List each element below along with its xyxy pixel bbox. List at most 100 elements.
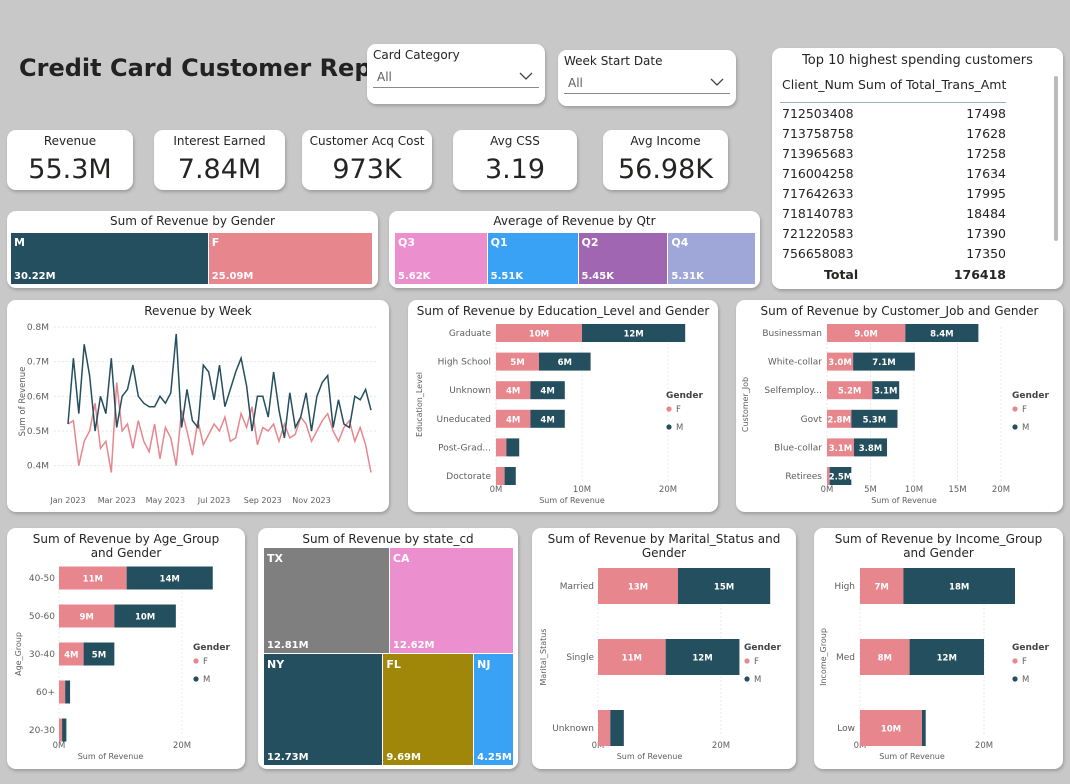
legend-marker bbox=[744, 676, 750, 682]
legend-label[interactable]: M bbox=[1022, 675, 1029, 685]
tile-label: FL bbox=[386, 658, 401, 672]
data-label: 2.8M bbox=[827, 415, 851, 425]
bar-m[interactable] bbox=[922, 710, 926, 746]
strip-segment[interactable]: Q1 5.51K bbox=[487, 233, 578, 284]
kpi-label: Interest Earned bbox=[173, 134, 266, 148]
data-label: 3.0M bbox=[828, 358, 852, 368]
customer-job-bars: 0M 5M 10M 15M 20M Sum of Revenue Customer_Job B… bbox=[741, 324, 1049, 505]
kpi-value: 55.3M bbox=[28, 154, 112, 185]
category-label: Businessman bbox=[762, 329, 822, 339]
data-label: 6M bbox=[558, 358, 572, 368]
slicer-label: Week Start Date bbox=[564, 54, 663, 68]
table-row[interactable]: 721220583 17390 bbox=[780, 224, 1006, 244]
data-label: 4M bbox=[540, 415, 554, 425]
bar-m[interactable] bbox=[62, 718, 67, 742]
total-label: Total bbox=[824, 267, 859, 282]
bar-m[interactable] bbox=[610, 710, 624, 746]
x-tick-label: Mar 2023 bbox=[98, 496, 136, 505]
legend-marker bbox=[1012, 676, 1018, 682]
legend-label[interactable]: M bbox=[203, 675, 210, 685]
strip-segment[interactable]: Q4 5.31K bbox=[668, 233, 755, 284]
data-label: 9.0M bbox=[854, 330, 878, 340]
top10-table: Top 10 highest spending customers Client… bbox=[772, 48, 1063, 314]
segment-label: F bbox=[211, 236, 220, 249]
bar-f[interactable] bbox=[598, 710, 611, 746]
income-group-chart: Sum of Revenue by Income_Group and Gende… bbox=[814, 528, 1063, 769]
legend-title: Gender bbox=[1012, 643, 1049, 653]
card-category-dropdown[interactable]: All bbox=[373, 66, 539, 88]
bar-f[interactable] bbox=[59, 718, 63, 742]
bar-m[interactable] bbox=[65, 680, 71, 704]
amount-cell: 17390 bbox=[966, 226, 1006, 241]
chevron-down-icon bbox=[519, 72, 533, 80]
data-label: 3.8M bbox=[859, 444, 883, 454]
strip-segment[interactable]: Q3 5.62K bbox=[395, 233, 487, 284]
treemap-tile-nj[interactable]: NJ 4.25M bbox=[474, 654, 513, 765]
kpi-value: 56.98K bbox=[617, 154, 713, 185]
series-line[interactable] bbox=[67, 333, 372, 439]
table-row[interactable]: 712503408 17498 bbox=[780, 104, 1006, 124]
segment-value: 30.22M bbox=[14, 271, 56, 282]
x-axis-label: Sum of Revenue bbox=[617, 752, 683, 761]
category-label: Uneducated bbox=[437, 415, 492, 425]
x-tick-label: 20M bbox=[173, 741, 191, 751]
card-category-slicer[interactable]: Card Category All bbox=[367, 44, 545, 104]
education-bars: 0M 10M 20M Sum of Revenue Education_Level Gra… bbox=[415, 324, 703, 505]
treemap-tile-ca[interactable]: CA 12.62M bbox=[389, 548, 513, 654]
kpi-interest-earned: Interest Earned 7.84M bbox=[154, 130, 285, 190]
bar-f[interactable] bbox=[496, 467, 505, 485]
client-num-cell: 712503408 bbox=[782, 106, 854, 121]
strip-segment[interactable]: M 30.22M bbox=[11, 233, 208, 284]
bar-f[interactable] bbox=[496, 438, 507, 457]
age-group-bars: 0M 20M Sum of Revenue Age_Group 40-50 11M 14M 5… bbox=[14, 566, 230, 761]
table-row[interactable]: 713965683 17258 bbox=[780, 144, 1006, 164]
week-start-slicer[interactable]: Week Start Date All bbox=[558, 50, 736, 106]
legend-label[interactable]: F bbox=[1022, 657, 1027, 667]
table-row[interactable]: 716004258 17634 bbox=[780, 164, 1006, 184]
column-header-amount[interactable]: Sum of Total_Trans_Amt bbox=[858, 77, 1006, 92]
legend-label[interactable]: F bbox=[754, 657, 759, 667]
treemap-tile-ny[interactable]: NY 12.73M bbox=[264, 654, 383, 765]
x-tick-label: Jul 2023 bbox=[197, 496, 231, 505]
category-label: Unknown bbox=[449, 386, 491, 396]
category-label: Unknown bbox=[552, 724, 594, 734]
bar-f[interactable] bbox=[59, 680, 66, 704]
table-row[interactable]: 713758758 17628 bbox=[780, 124, 1006, 144]
legend-label[interactable]: F bbox=[676, 405, 681, 415]
treemap-tile-tx[interactable]: TX 12.81M bbox=[264, 548, 389, 654]
treemap-tile-fl[interactable]: FL 9.69M bbox=[383, 654, 474, 765]
legend-label[interactable]: M bbox=[754, 675, 761, 685]
segment-value: 5.31K bbox=[671, 271, 704, 282]
category-label: Selfemploy... bbox=[764, 386, 822, 396]
legend-label[interactable]: F bbox=[203, 657, 208, 667]
legend-label[interactable]: M bbox=[1022, 423, 1029, 433]
tile-value: 12.73M bbox=[267, 751, 309, 763]
data-label: 10M bbox=[881, 725, 901, 735]
table-row[interactable]: 717642633 17995 bbox=[780, 184, 1006, 204]
bar-m[interactable] bbox=[504, 467, 516, 485]
header-divider bbox=[780, 102, 1006, 103]
legend-label[interactable]: F bbox=[1022, 405, 1027, 415]
week-line-chart: Revenue by Week 0.8M 0.7M 0.6M 0.5M 0.4M Sum … bbox=[7, 300, 389, 512]
table-row[interactable]: 718140783 18484 bbox=[780, 204, 1006, 224]
amount-cell: 17995 bbox=[966, 186, 1006, 201]
category-label: White-collar bbox=[768, 358, 822, 368]
table-scrollbar[interactable] bbox=[1054, 76, 1058, 241]
column-header-client[interactable]: Client_Num bbox=[782, 77, 854, 92]
x-tick-label: 20M bbox=[975, 741, 993, 751]
category-label: High School bbox=[438, 358, 491, 368]
client-num-cell: 718140783 bbox=[782, 206, 854, 221]
amount-cell: 18484 bbox=[966, 206, 1006, 221]
bar-m[interactable] bbox=[506, 438, 520, 457]
y-axis-label: Marital_Status bbox=[539, 628, 548, 685]
category-label: Govt bbox=[801, 415, 823, 425]
week-line-plot: 0.8M 0.7M 0.6M 0.5M 0.4M Sum of Revenue Jan 20… bbox=[18, 323, 377, 505]
legend-label[interactable]: M bbox=[676, 423, 683, 433]
chart-title: Average of Revenue by Qtr bbox=[493, 214, 656, 228]
table-row[interactable]: 756658083 17350 bbox=[780, 244, 1006, 264]
strip-segment[interactable]: Q2 5.45K bbox=[578, 233, 668, 284]
week-start-dropdown[interactable]: All bbox=[564, 72, 730, 94]
legend-title: Gender bbox=[1012, 391, 1049, 401]
gender-strip: M 30.22M F 25.09M bbox=[11, 233, 373, 284]
strip-segment[interactable]: F 25.09M bbox=[208, 233, 372, 284]
